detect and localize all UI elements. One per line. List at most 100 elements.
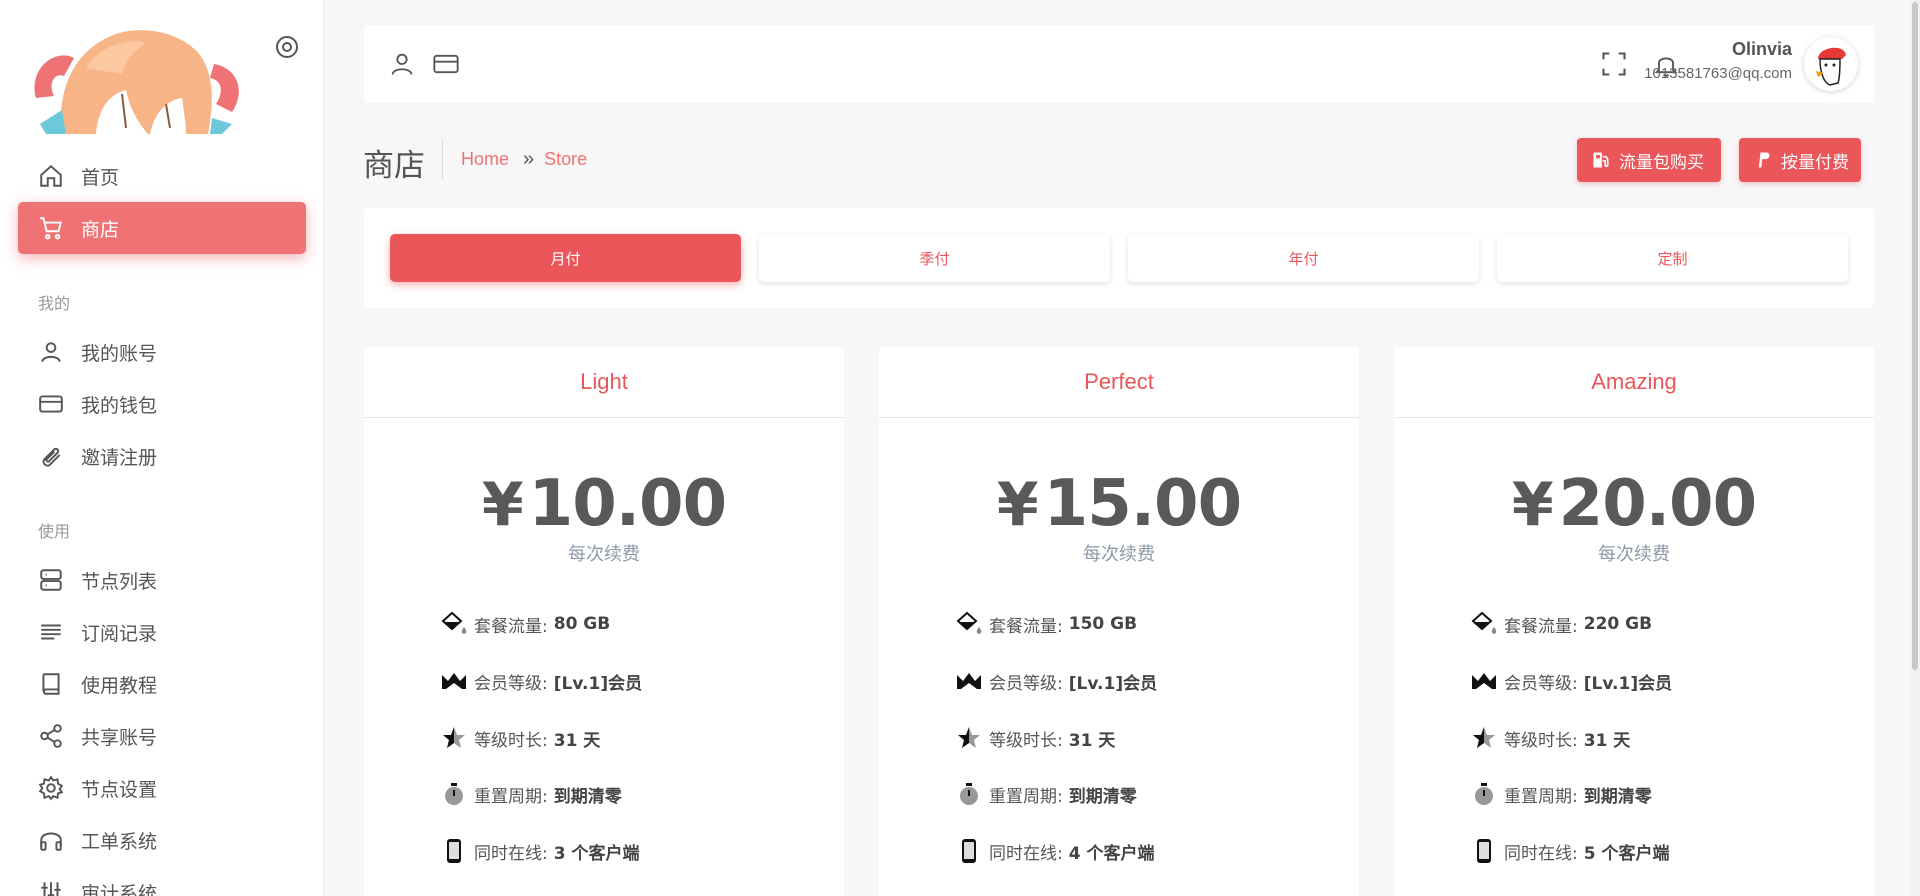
sidebar-item-tutorial[interactable]: 使用教程 bbox=[18, 658, 306, 710]
wallet-shortcut-icon[interactable] bbox=[432, 50, 460, 78]
fullscreen-icon[interactable] bbox=[1600, 50, 1628, 78]
currency-symbol: ¥ bbox=[996, 470, 1039, 540]
feature-label: 会员等级: bbox=[1504, 673, 1578, 694]
feature-label: 套餐流量: bbox=[1504, 616, 1578, 637]
fuel-pump-icon bbox=[1593, 152, 1609, 168]
top-header: Olinvia 1013581763@qq.com bbox=[364, 25, 1874, 103]
sliders-icon bbox=[41, 882, 61, 896]
buy-traffic-pack-button[interactable]: 流量包购买 bbox=[1577, 138, 1721, 182]
scrollbar-thumb[interactable] bbox=[1912, 2, 1918, 670]
sidebar-item-shared-account[interactable]: 共享账号 bbox=[18, 710, 306, 762]
price-amount: 10.00 bbox=[528, 467, 727, 541]
sidebar-item-audit[interactable]: 审计系统 bbox=[18, 866, 306, 896]
feature-value: [Lv.1]会员 bbox=[553, 673, 643, 694]
crown-icon bbox=[442, 673, 466, 689]
sidebar-item-store[interactable]: 商店 bbox=[18, 202, 306, 254]
home-icon bbox=[40, 164, 62, 187]
feature-label: 重置周期: bbox=[474, 786, 548, 807]
feature-value: 31 天 bbox=[1583, 730, 1631, 751]
user-email: 1013581763@qq.com bbox=[1644, 65, 1792, 82]
stopwatch-icon bbox=[960, 783, 978, 805]
pay-as-you-go-button[interactable]: 按量付费 bbox=[1739, 138, 1861, 182]
stopwatch-icon bbox=[1475, 783, 1493, 805]
plan-name: Light bbox=[364, 347, 844, 418]
star-icon bbox=[443, 727, 465, 748]
sidebar-item-label: 首页 bbox=[81, 166, 120, 189]
plan-name: Amazing bbox=[1394, 347, 1874, 418]
feature-reset-cycle: 重置周期: 到期清零 bbox=[955, 779, 1137, 809]
sidebar-item-nodes[interactable]: 节点列表 bbox=[18, 554, 306, 606]
plan-price: ¥10.00 bbox=[364, 467, 844, 541]
book-icon bbox=[42, 673, 60, 695]
user-name: Olinvia bbox=[1731, 39, 1792, 59]
sidebar-item-label: 节点设置 bbox=[81, 778, 158, 801]
avatar[interactable] bbox=[1804, 37, 1858, 91]
feature-value: 31 天 bbox=[1068, 730, 1116, 751]
paperclip-icon bbox=[42, 447, 61, 467]
sidebar-item-node-settings[interactable]: 节点设置 bbox=[18, 762, 306, 814]
feature-label: 等级时长: bbox=[989, 730, 1063, 751]
feature-level: 会员等级: [Lv.1]会员 bbox=[955, 666, 1157, 696]
user-profile-icon[interactable] bbox=[388, 50, 416, 78]
sidebar: 首页 商店 我的 我的账号 我的钱包 邀请注册 使用 节点列表 订阅记录 使用教… bbox=[0, 0, 324, 896]
tab-quarterly[interactable]: 季付 bbox=[759, 234, 1110, 282]
plan-price: ¥15.00 bbox=[879, 467, 1359, 541]
price-note: 每次续费 bbox=[568, 544, 640, 565]
price-note: 每次续费 bbox=[1083, 544, 1155, 565]
feature-devices: 同时在线: 4 个客户端 bbox=[955, 836, 1154, 866]
scrollbar[interactable] bbox=[1910, 0, 1920, 896]
sidebar-item-subscriptions[interactable]: 订阅记录 bbox=[18, 606, 306, 658]
feature-label: 等级时长: bbox=[1504, 730, 1578, 751]
feature-reset-cycle: 重置周期: 到期清零 bbox=[440, 779, 622, 809]
tab-yearly[interactable]: 年付 bbox=[1128, 234, 1479, 282]
sidebar-section-use: 使用 bbox=[38, 522, 71, 541]
tab-monthly[interactable]: 月付 bbox=[390, 234, 741, 282]
feature-traffic: 套餐流量: 220 GB bbox=[1470, 609, 1652, 639]
sidebar-item-invite[interactable]: 邀请注册 bbox=[18, 430, 306, 482]
feature-traffic: 套餐流量: 80 GB bbox=[440, 609, 610, 639]
plan-card-amazing: Amazing ¥20.00 每次续费 套餐流量: 220 GB 会员等级: [Lv… bbox=[1394, 347, 1874, 896]
feature-devices: 同时在线: 3 个客户端 bbox=[440, 836, 639, 866]
page-title: 商店 bbox=[363, 148, 425, 184]
sidebar-item-home[interactable]: 首页 bbox=[18, 150, 306, 202]
feature-label: 同时在线: bbox=[1504, 843, 1578, 864]
pay-as-you-go-label: 按量付费 bbox=[1781, 152, 1849, 173]
title-divider bbox=[442, 138, 443, 180]
feature-label: 重置周期: bbox=[1504, 786, 1578, 807]
water-drop-icon bbox=[956, 611, 982, 634]
feature-label: 重置周期: bbox=[989, 786, 1063, 807]
plan-card-light: Light ¥10.00 每次续费 套餐流量: 80 GB 会员等级: [Lv.1]… bbox=[364, 347, 844, 896]
breadcrumb-home[interactable]: Home bbox=[461, 149, 509, 170]
feature-value: [Lv.1]会员 bbox=[1068, 673, 1158, 694]
settings-toggle-icon[interactable] bbox=[274, 34, 300, 60]
feature-value: 到期清零 bbox=[1068, 786, 1137, 807]
feature-value: 220 GB bbox=[1583, 614, 1653, 634]
sidebar-item-account[interactable]: 我的账号 bbox=[18, 326, 306, 378]
buy-traffic-pack-label: 流量包购买 bbox=[1619, 152, 1704, 173]
tab-custom[interactable]: 定制 bbox=[1497, 234, 1848, 282]
sidebar-item-wallet[interactable]: 我的钱包 bbox=[18, 378, 306, 430]
sidebar-item-label: 节点列表 bbox=[81, 570, 158, 593]
breadcrumb-separator: » bbox=[523, 148, 535, 170]
sidebar-item-label: 共享账号 bbox=[81, 726, 158, 749]
sidebar-item-label: 使用教程 bbox=[81, 674, 158, 697]
sidebar-item-label: 工单系统 bbox=[81, 830, 158, 853]
feature-level: 会员等级: [Lv.1]会员 bbox=[1470, 666, 1672, 696]
feature-value: 3 个客户端 bbox=[553, 843, 640, 864]
feature-label: 同时在线: bbox=[474, 843, 548, 864]
lines-icon bbox=[41, 624, 61, 640]
feature-duration: 等级时长: 31 天 bbox=[955, 723, 1115, 753]
stopwatch-icon bbox=[445, 783, 463, 805]
sidebar-item-tickets[interactable]: 工单系统 bbox=[18, 814, 306, 866]
feature-traffic: 套餐流量: 150 GB bbox=[955, 609, 1137, 639]
feature-label: 会员等级: bbox=[989, 673, 1063, 694]
star-icon bbox=[958, 727, 980, 748]
sidebar-section-mine: 我的 bbox=[38, 294, 71, 313]
breadcrumb: Home » Store bbox=[461, 148, 587, 171]
phone-icon bbox=[1477, 839, 1491, 863]
gear-icon bbox=[38, 775, 64, 801]
feature-label: 会员等级: bbox=[474, 673, 548, 694]
paypal-icon bbox=[1758, 152, 1770, 168]
water-drop-icon bbox=[1471, 611, 1497, 634]
feature-value: 31 天 bbox=[553, 730, 601, 751]
